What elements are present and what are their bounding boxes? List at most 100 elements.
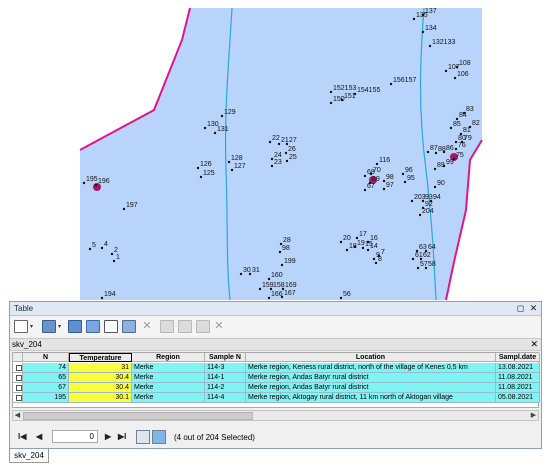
- cell-sample[interactable]: 114-3: [205, 363, 246, 373]
- column-header-date[interactable]: Sampl.date: [496, 353, 540, 362]
- row-selector[interactable]: [13, 393, 23, 403]
- cell-location[interactable]: Merke region, Andas Batyr rural district: [246, 383, 496, 393]
- sample-point-131[interactable]: [213, 131, 217, 135]
- next-record-button[interactable]: ▶: [105, 432, 111, 441]
- sample-point-93[interactable]: [421, 199, 425, 203]
- sample-point-86[interactable]: [442, 150, 446, 154]
- sample-point-89[interactable]: [433, 167, 437, 171]
- sample-point-107[interactable]: [444, 69, 448, 73]
- table-row[interactable]: 74 31 Merke 114-3 Merke region, Keness r…: [13, 363, 540, 373]
- sample-point-87[interactable]: [426, 150, 430, 154]
- row-selector[interactable]: [13, 363, 23, 373]
- sample-point-204[interactable]: [418, 213, 422, 217]
- cell-date[interactable]: 13.08.2021: [496, 363, 540, 373]
- sample-point-197[interactable]: [122, 207, 126, 211]
- cell-date[interactable]: 11.08.2021: [496, 373, 540, 383]
- sample-point-8[interactable]: [374, 261, 378, 265]
- chevron-down-icon[interactable]: ▾: [58, 324, 63, 330]
- sample-point-56[interactable]: [339, 296, 343, 300]
- last-record-button[interactable]: ▶I: [118, 432, 126, 441]
- paste-icon[interactable]: [178, 320, 192, 333]
- sample-point-134[interactable]: [421, 30, 425, 34]
- sample-point-67[interactable]: [363, 188, 367, 192]
- sample-point-24[interactable]: [270, 157, 274, 161]
- sample-point-106[interactable]: [453, 76, 457, 80]
- sample-point-150[interactable]: [329, 101, 333, 105]
- sample-point-98[interactable]: [382, 179, 386, 183]
- cell-sample[interactable]: 114-2: [205, 383, 246, 393]
- close-icon[interactable]: ✕: [530, 339, 538, 350]
- sample-point-151[interactable]: [340, 98, 344, 102]
- sample-point-25[interactable]: [285, 159, 289, 163]
- sample-point-22[interactable]: [268, 140, 272, 144]
- sample-point-88[interactable]: [434, 151, 438, 155]
- cell-temperature[interactable]: 30.1: [69, 393, 132, 403]
- sample-point-57[interactable]: [416, 266, 420, 270]
- sample-point-160[interactable]: [267, 277, 271, 281]
- copy-icon[interactable]: [160, 320, 174, 333]
- scroll-left-icon[interactable]: ◀: [13, 411, 22, 420]
- sample-point-199[interactable]: [280, 263, 284, 267]
- delete-icon[interactable]: ✕: [212, 320, 226, 333]
- sample-point-80[interactable]: [454, 140, 458, 144]
- sample-point-5[interactable]: [88, 247, 92, 251]
- sample-point-23[interactable]: [270, 164, 274, 168]
- first-record-button[interactable]: I◀: [18, 432, 26, 441]
- cell-temperature[interactable]: 30.4: [69, 383, 132, 393]
- cell-n[interactable]: 195: [23, 393, 69, 403]
- current-record-input[interactable]: 0: [52, 430, 98, 443]
- cell-sample[interactable]: 114-1: [205, 373, 246, 383]
- sample-point-9[interactable]: [372, 257, 376, 261]
- sample-point-196[interactable]: [94, 183, 98, 187]
- sample-point-20[interactable]: [339, 240, 343, 244]
- sample-point-90[interactable]: [433, 185, 437, 189]
- sample-point-159[interactable]: [258, 287, 262, 291]
- map-canvas[interactable]: 137135134132133108107106156157152153 1541…: [0, 0, 550, 300]
- sample-point-96[interactable]: [401, 172, 405, 176]
- chevron-down-icon[interactable]: ▾: [30, 324, 35, 330]
- show-all-records-button[interactable]: [136, 430, 150, 444]
- sample-point-158[interactable]: [269, 287, 273, 291]
- sample-point-26[interactable]: [284, 151, 288, 155]
- sample-point-132133[interactable]: [428, 44, 432, 48]
- cell-location[interactable]: Merke region, Aktogay rural district, 11…: [246, 393, 496, 403]
- table-row[interactable]: 65 30.4 Merke 114-1 Merke region, Andas …: [13, 373, 540, 383]
- sample-point-126[interactable]: [196, 166, 200, 170]
- close-icon[interactable]: ✕: [528, 303, 539, 314]
- cell-region[interactable]: Merke: [132, 393, 205, 403]
- sample-point-18[interactable]: [345, 248, 349, 252]
- cell-region[interactable]: Merke: [132, 383, 205, 393]
- sample-point-95[interactable]: [403, 180, 407, 184]
- sample-point-84[interactable]: [455, 117, 459, 121]
- cell-region[interactable]: Merke: [132, 363, 205, 373]
- sample-point-17[interactable]: [355, 236, 359, 240]
- sample-point-76[interactable]: [454, 147, 458, 151]
- sample-point-135[interactable]: [412, 17, 416, 21]
- cell-n[interactable]: 74: [23, 363, 69, 373]
- sample-point-128[interactable]: [227, 160, 231, 164]
- cell-n[interactable]: 65: [23, 373, 69, 383]
- sample-point-167[interactable]: [280, 295, 284, 299]
- sample-point-58[interactable]: [424, 266, 428, 270]
- attribute-grid[interactable]: N Temperature Region Sample N Location S…: [12, 352, 540, 408]
- sample-point-156157[interactable]: [389, 82, 393, 86]
- cut-icon[interactable]: [196, 320, 210, 333]
- scrollbar-thumb[interactable]: [23, 412, 253, 420]
- sample-point-31[interactable]: [248, 272, 252, 276]
- scroll-right-icon[interactable]: ▶: [529, 411, 538, 420]
- sample-point-116[interactable]: [375, 162, 379, 166]
- cell-date[interactable]: 05.08.2021: [496, 393, 540, 403]
- cell-n[interactable]: 67: [23, 383, 69, 393]
- clear-selection-icon[interactable]: [104, 320, 118, 333]
- previous-record-button[interactable]: ◀: [36, 432, 42, 441]
- sample-point-99[interactable]: [442, 164, 446, 168]
- sample-point-14[interactable]: [366, 248, 370, 252]
- layer-tab-name[interactable]: skv_204: [12, 340, 42, 349]
- sample-point-21[interactable]: [277, 142, 281, 146]
- sample-point-98[interactable]: [278, 250, 282, 254]
- sample-point-152153[interactable]: [329, 90, 333, 94]
- zoom-to-selected-icon[interactable]: [122, 320, 136, 333]
- delete-selected-icon[interactable]: ✕: [140, 320, 154, 333]
- sample-point-2[interactable]: [110, 252, 114, 256]
- row-selector[interactable]: [13, 373, 23, 383]
